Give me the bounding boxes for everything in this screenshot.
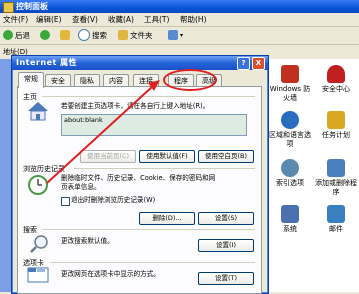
annotation-arrow bbox=[46, 80, 160, 184]
tab-general[interactable]: 常规 bbox=[18, 72, 44, 88]
